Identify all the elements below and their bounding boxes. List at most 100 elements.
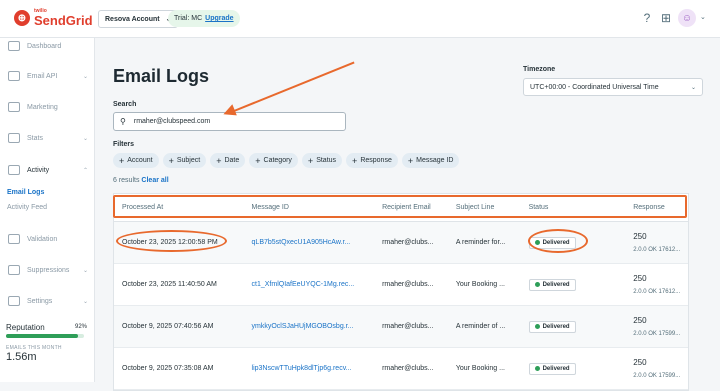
stats-icon (8, 133, 20, 143)
plus-icon: + (119, 155, 125, 166)
recipient-cell: rmaher@clubs... (382, 365, 434, 372)
response-code: 250 (633, 232, 647, 241)
reputation-value: 92% (75, 324, 88, 330)
email-logs-table: Processed At Message ID Recipient Email … (113, 193, 689, 391)
top-bar: ⊕ twilio SendGrid Resova Account ⌄ Trial… (0, 0, 720, 38)
filter-category-chip[interactable]: + Category (249, 153, 298, 168)
processed-at-cell: October 23, 2025 11:40:50 AM (122, 281, 217, 288)
status-badge: Delivered (528, 320, 576, 333)
plus-icon: + (216, 155, 222, 166)
response-code: 250 (633, 274, 647, 283)
chevron-down-icon: ⌄ (82, 135, 88, 142)
filter-label: Date (224, 157, 240, 164)
filter-label: Status (316, 157, 337, 164)
filter-message-id-chip[interactable]: + Message ID (401, 153, 460, 168)
message-id-link[interactable]: ymkkyOclSJaHUjMGOBOsbg.r... (246, 323, 377, 330)
plus-icon: + (407, 155, 414, 166)
account-name: Resova Account (105, 15, 160, 23)
sidebar-item-email-api[interactable]: Email API ⌄ (8, 68, 92, 84)
sidebar-item-label: Activity (27, 166, 50, 174)
sidebar-subitem-activity-feed[interactable]: Activity Feed (7, 204, 47, 211)
user-avatar-icon[interactable]: ☺ (678, 9, 696, 27)
reputation-bar (6, 334, 84, 338)
twilio-logo-icon: ⊕ (14, 10, 30, 26)
delivered-dot-icon (534, 324, 540, 329)
filter-label: Response (360, 157, 392, 164)
trial-text: Trial: MC (174, 15, 203, 22)
chevron-up-icon: ⌃ (82, 167, 88, 174)
subject-cell: A reminder of ... (455, 323, 506, 330)
plus-icon: + (255, 155, 261, 166)
marketing-icon (8, 102, 20, 112)
status-label: Delivered (542, 323, 570, 330)
filters-label: Filters (113, 141, 135, 148)
results-count: 6 results (113, 177, 140, 184)
response-code: 250 (633, 358, 647, 367)
sidebar-item-marketing[interactable]: Marketing (8, 99, 92, 115)
emails-this-month-value: 1.56m (6, 351, 37, 363)
sidebar-item-settings[interactable]: Settings ⌄ (8, 293, 92, 309)
response-text: 2.0.0 OK 17612... (633, 289, 681, 295)
filter-account-chip[interactable]: + Account (113, 153, 159, 168)
sidebar-item-activity[interactable]: Activity ⌃ (8, 162, 92, 178)
sendgrid-logo[interactable]: ⊕ twilio SendGrid (14, 9, 93, 27)
apps-grid-icon[interactable]: ⊞ (659, 11, 673, 25)
sidebar-item-suppressions[interactable]: Suppressions ⌄ (8, 262, 92, 278)
status-badge: Delivered (528, 278, 576, 291)
dashboard-icon (8, 41, 20, 51)
sidebar-item-stats[interactable]: Stats ⌄ (8, 130, 92, 146)
help-icon[interactable]: ? (640, 11, 654, 25)
sidebar-item-label: Settings (27, 297, 53, 305)
sidebar-item-label: Marketing (27, 103, 58, 111)
chevron-down-icon: ⌄ (82, 298, 88, 305)
processed-at-highlight-ellipse (116, 230, 227, 252)
search-icon: ⚲ (120, 117, 126, 126)
chevron-down-icon[interactable]: ⌄ (700, 13, 706, 21)
table-row[interactable]: October 9, 2025 07:40:56 AM ymkkyOclSJaH… (114, 306, 688, 348)
message-id-link[interactable]: lip3NscwTTuHpk8dlTjp6g.recv... (246, 365, 377, 372)
filter-label: Subject (176, 157, 201, 164)
message-id-link[interactable]: ct1_XfmlQIafEeUYQC-1Mg.rec... (246, 281, 377, 288)
sidebar-item-label: Stats (27, 134, 43, 142)
subject-cell: Your Booking ... (455, 365, 505, 372)
timezone-select[interactable]: UTC+00:00 - Coordinated Universal Time ⌄ (523, 78, 703, 96)
logo-name: SendGrid (34, 13, 93, 28)
table-row[interactable]: October 9, 2025 07:35:08 AM lip3NscwTTuH… (114, 348, 688, 390)
sidebar-item-validation[interactable]: Validation (8, 231, 92, 247)
filter-status-chip[interactable]: + Status (301, 153, 343, 168)
response-text: 2.0.0 OK 17612... (633, 247, 681, 253)
sidebar-item-label: Suppressions (27, 266, 70, 274)
filter-date-chip[interactable]: + Date (210, 153, 246, 168)
page-title: Email Logs (113, 66, 210, 86)
recipient-cell: rmaher@clubs... (382, 281, 434, 288)
filter-response-chip[interactable]: + Response (346, 153, 398, 168)
filter-subject-chip[interactable]: + Subject (162, 153, 207, 168)
message-id-link[interactable]: qLB7b5stQxecU1A905HcAw.r... (246, 239, 377, 246)
clear-all-link[interactable]: Clear all (141, 177, 168, 184)
reputation-label: Reputation (6, 323, 45, 332)
activity-icon (8, 165, 20, 175)
trial-badge: Trial: MC Upgrade (168, 10, 240, 27)
filter-label: Category (263, 157, 292, 164)
status-label: Delivered (542, 365, 570, 372)
delivered-dot-icon (534, 282, 540, 287)
processed-at-cell: October 9, 2025 07:40:56 AM (122, 323, 214, 330)
status-label: Delivered (542, 281, 570, 288)
search-value: rmaher@clubspeed.com (133, 118, 211, 125)
upgrade-link[interactable]: Upgrade (205, 15, 233, 22)
chevron-down-icon: ⌄ (82, 73, 88, 80)
settings-icon (8, 296, 20, 306)
filter-chips: + Account + Subject + Date + Category + Statu… (113, 153, 460, 168)
suppressions-icon (8, 265, 20, 275)
processed-at-cell: October 9, 2025 07:35:08 AM (122, 365, 214, 372)
plus-icon: + (352, 155, 358, 166)
account-selector[interactable]: Resova Account ⌄ (98, 10, 179, 28)
recipient-cell: rmaher@clubs... (382, 323, 434, 330)
subject-cell: A reminder for... (455, 239, 506, 246)
plus-icon: + (168, 155, 174, 166)
sidebar-subitem-email-logs[interactable]: Email Logs (7, 189, 44, 196)
sidebar-item-dashboard[interactable]: Dashboard (8, 38, 92, 54)
search-label: Search (113, 101, 137, 108)
table-row[interactable]: October 23, 2025 11:40:50 AM ct1_XfmlQIa… (114, 264, 688, 306)
recipient-cell: rmaher@clubs... (382, 239, 434, 246)
